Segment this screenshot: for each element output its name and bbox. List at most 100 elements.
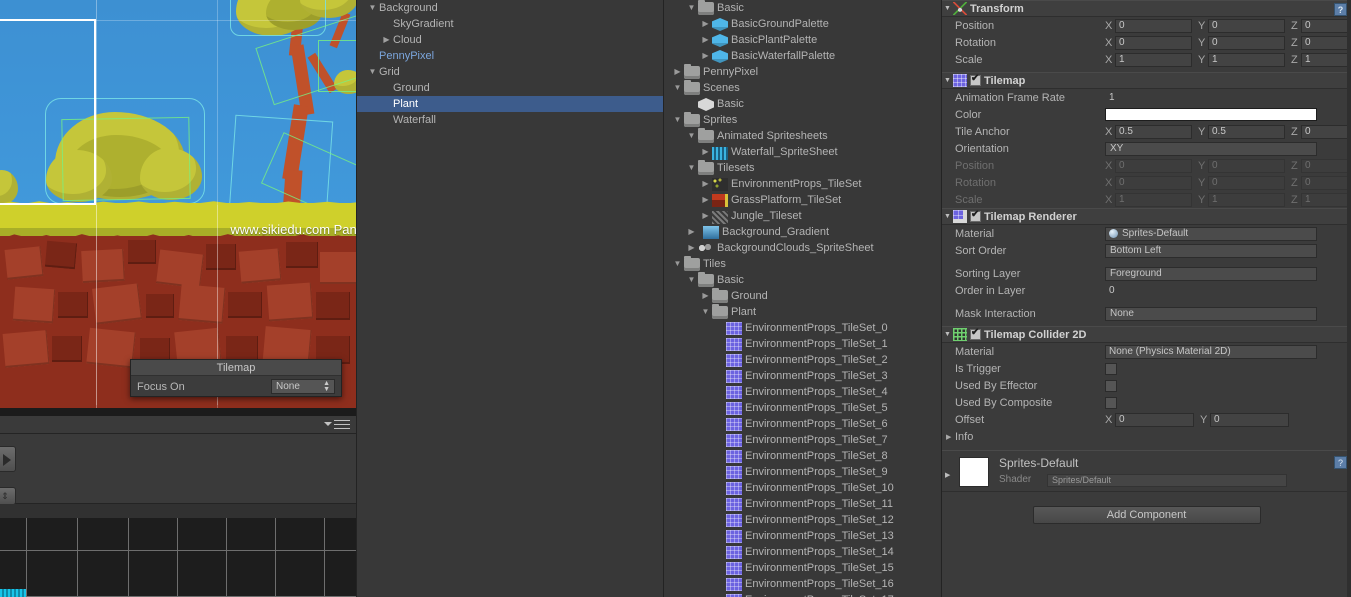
- panel-menu-icon[interactable]: [334, 420, 350, 430]
- project-item[interactable]: ▶ Ground: [665, 288, 941, 304]
- offset-y-input[interactable]: 0: [1210, 412, 1289, 427]
- hierarchy-item-skygradient[interactable]: SkyGradient: [357, 16, 663, 32]
- project-item[interactable]: EnvironmentProps_TileSet_13: [665, 528, 941, 544]
- project-item[interactable]: ▶ Background_Gradient: [665, 224, 941, 240]
- project-item[interactable]: ▶ BasicWaterfallPalette: [665, 48, 941, 64]
- foldout-arrow-icon[interactable]: ▼: [942, 331, 953, 338]
- mask-interaction-row[interactable]: Mask Interaction None: [942, 305, 1351, 322]
- chevron-down-icon[interactable]: ▼: [699, 304, 712, 320]
- project-item[interactable]: ▶ EnvironmentProps_TileSet: [665, 176, 941, 192]
- color-swatch-field[interactable]: [1105, 108, 1317, 121]
- tilemap-collider-component-header[interactable]: ▼ Tilemap Collider 2D: [942, 326, 1351, 343]
- timeline-playhead[interactable]: [0, 589, 26, 597]
- inspector-panel[interactable]: ▼ Transform ? Position X 0 Y 0 Z 0 Rotat…: [942, 0, 1351, 597]
- chevron-right-icon[interactable]: ▶: [671, 64, 684, 80]
- transform-rotation-row[interactable]: Rotation X 0 Y 0 Z 0: [942, 34, 1351, 51]
- sort-order-row[interactable]: Sort Order Bottom Left: [942, 242, 1351, 259]
- offset-x-input[interactable]: 0: [1115, 412, 1194, 427]
- mask-interaction-dropdown[interactable]: None: [1105, 306, 1317, 321]
- chevron-right-icon[interactable]: ▶: [699, 32, 712, 48]
- collider-material-row[interactable]: Material None (Physics Material 2D): [942, 343, 1351, 360]
- order-in-layer-input[interactable]: 0: [1105, 284, 1317, 298]
- hierarchy-item-pennypixel[interactable]: PennyPixel: [357, 48, 663, 64]
- rotation-z-input[interactable]: 0: [1301, 35, 1351, 50]
- chevron-right-icon[interactable]: ▶: [380, 32, 393, 48]
- add-component-button[interactable]: Add Component: [1032, 506, 1261, 524]
- project-item[interactable]: EnvironmentProps_TileSet_12: [665, 512, 941, 528]
- focus-on-dropdown[interactable]: None ▲ ▼: [271, 379, 335, 394]
- project-item[interactable]: EnvironmentProps_TileSet_6: [665, 416, 941, 432]
- stepper-button[interactable]: ⇕: [0, 487, 16, 505]
- transform-component-header[interactable]: ▼ Transform ?: [942, 0, 1351, 17]
- animation-frame-rate-row[interactable]: Animation Frame Rate 1: [942, 89, 1351, 106]
- tilemap-focus-popup[interactable]: Tilemap Focus On None ▲ ▼: [130, 359, 342, 397]
- chevron-right-icon[interactable]: ▶: [699, 176, 712, 192]
- used-by-effector-checkbox[interactable]: [1105, 379, 1117, 392]
- project-item[interactable]: EnvironmentProps_TileSet_8: [665, 448, 941, 464]
- scale-z-input[interactable]: 1: [1301, 52, 1351, 67]
- project-item[interactable]: ▶ Waterfall_SpriteSheet: [665, 144, 941, 160]
- project-item[interactable]: EnvironmentProps_TileSet_10: [665, 480, 941, 496]
- project-item[interactable]: EnvironmentProps_TileSet_14: [665, 544, 941, 560]
- project-item[interactable]: ▶ BackgroundClouds_SpriteSheet: [665, 240, 941, 256]
- foldout-arrow-icon[interactable]: ▼: [942, 77, 953, 84]
- used-by-effector-row[interactable]: Used By Effector: [942, 377, 1351, 394]
- hierarchy-item-background[interactable]: ▼ Background: [357, 0, 663, 16]
- project-item[interactable]: ▼ Plant: [665, 304, 941, 320]
- orientation-dropdown[interactable]: XY: [1105, 141, 1317, 156]
- chevron-right-icon[interactable]: ▶: [699, 48, 712, 64]
- tilemap-component-header[interactable]: ▼ Tilemap: [942, 72, 1351, 89]
- tilemap-renderer-enabled-checkbox[interactable]: [970, 209, 981, 222]
- project-item[interactable]: EnvironmentProps_TileSet_2: [665, 352, 941, 368]
- hierarchy-item-plant[interactable]: Plant: [357, 96, 663, 112]
- project-item[interactable]: ▶ GrassPlatform_TileSet: [665, 192, 941, 208]
- hierarchy-item-cloud[interactable]: ▶ Cloud: [357, 32, 663, 48]
- project-item[interactable]: EnvironmentProps_TileSet_4: [665, 384, 941, 400]
- chevron-down-icon[interactable]: ▼: [685, 128, 698, 144]
- animation-body[interactable]: ⇕: [0, 434, 356, 505]
- rotation-x-input[interactable]: 0: [1115, 35, 1192, 50]
- hierarchy-item-waterfall[interactable]: Waterfall: [357, 112, 663, 128]
- tile-anchor-row[interactable]: Tile Anchor X 0.5 Y 0.5 Z 0: [942, 123, 1351, 140]
- position-x-input[interactable]: 0: [1115, 18, 1192, 33]
- foldout-arrow-icon[interactable]: ▶: [945, 471, 950, 479]
- project-item[interactable]: ▼ Animated Spritesheets: [665, 128, 941, 144]
- used-by-composite-row[interactable]: Used By Composite: [942, 394, 1351, 411]
- project-item[interactable]: Basic: [665, 96, 941, 112]
- help-icon[interactable]: ?: [1334, 3, 1347, 16]
- tile-anchor-z-input[interactable]: 0: [1301, 124, 1351, 139]
- chevron-right-icon[interactable]: ▶: [699, 144, 712, 160]
- help-icon[interactable]: ?: [1334, 456, 1347, 469]
- chevron-down-icon[interactable]: ▼: [685, 160, 698, 176]
- animation-panel[interactable]: ⇕: [0, 416, 356, 597]
- foldout-arrow-icon[interactable]: ▼: [942, 213, 953, 220]
- rotation-y-input[interactable]: 0: [1208, 35, 1285, 50]
- tile-anchor-x-input[interactable]: 0.5: [1115, 124, 1192, 139]
- orientation-row[interactable]: Orientation XY: [942, 140, 1351, 157]
- chevron-right-icon[interactable]: ▶: [685, 224, 698, 240]
- sort-order-dropdown[interactable]: Bottom Left: [1105, 243, 1317, 258]
- project-item[interactable]: EnvironmentProps_TileSet_9: [665, 464, 941, 480]
- chevron-down-icon[interactable]: ▼: [671, 80, 684, 96]
- collider-offset-row[interactable]: Offset X 0 Y 0: [942, 411, 1351, 428]
- chevron-right-icon[interactable]: ▶: [699, 192, 712, 208]
- collider-info-row[interactable]: ▶ Info: [942, 428, 1351, 445]
- project-item[interactable]: ▼ Sprites: [665, 112, 941, 128]
- physics-material-object-field[interactable]: None (Physics Material 2D): [1105, 344, 1317, 359]
- transform-position-row[interactable]: Position X 0 Y 0 Z 0: [942, 17, 1351, 34]
- project-item[interactable]: EnvironmentProps_TileSet_15: [665, 560, 941, 576]
- order-in-layer-row[interactable]: Order in Layer 0: [942, 282, 1351, 299]
- hierarchy-panel[interactable]: ▼ Background SkyGradient ▶ Cloud PennyPixel ▼ G…: [356, 0, 664, 597]
- project-item[interactable]: ▶ BasicPlantPalette: [665, 32, 941, 48]
- project-item[interactable]: ▼ Basic: [665, 272, 941, 288]
- transform-scale-row[interactable]: Scale X 1 Y 1 Z 1: [942, 51, 1351, 68]
- hierarchy-item-grid[interactable]: ▼ Grid: [357, 64, 663, 80]
- material-preview-block[interactable]: ▶ Sprites-Default Shader Sprites/Default…: [942, 450, 1351, 492]
- play-button[interactable]: [0, 446, 16, 472]
- used-by-composite-checkbox[interactable]: [1105, 396, 1117, 409]
- is-trigger-checkbox[interactable]: [1105, 362, 1117, 375]
- tilemap-renderer-component-header[interactable]: ▼ Tilemap Renderer: [942, 208, 1351, 225]
- chevron-right-icon[interactable]: ▶: [699, 16, 712, 32]
- sorting-layer-row[interactable]: Sorting Layer Foreground: [942, 265, 1351, 282]
- scale-x-input[interactable]: 1: [1115, 52, 1192, 67]
